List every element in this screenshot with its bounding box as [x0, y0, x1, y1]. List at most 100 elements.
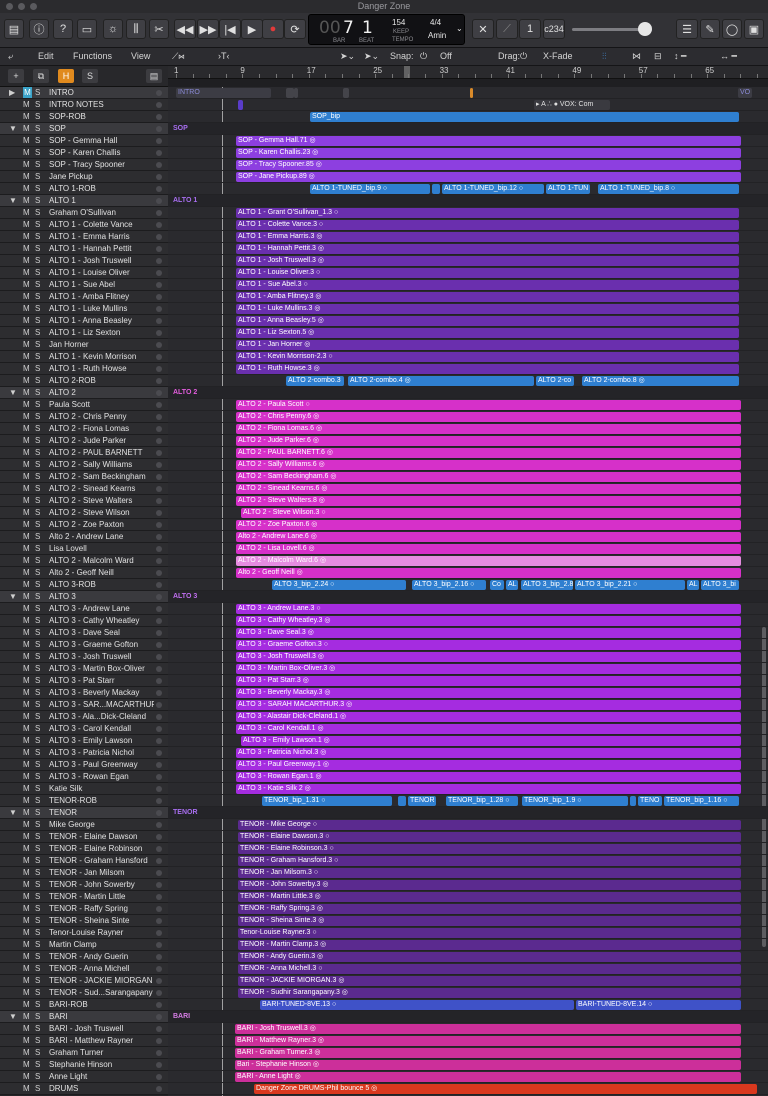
vertical-zoom-icon[interactable]: ↕ ━	[674, 51, 686, 62]
track-activity-led[interactable]	[156, 258, 162, 264]
track-activity-led[interactable]	[156, 810, 162, 816]
track-lane[interactable]: ALTO 2 - Sally Williams.6 ◎	[168, 459, 768, 471]
track-activity-led[interactable]	[156, 126, 162, 132]
track-activity-led[interactable]	[156, 846, 162, 852]
track-lane[interactable]: ALTO 3 - Dave Seal.3 ◎	[168, 627, 768, 639]
solo-button[interactable]: S	[35, 544, 40, 553]
mute-button[interactable]: M	[23, 472, 30, 481]
track-activity-led[interactable]	[156, 618, 162, 624]
view-menu[interactable]: View	[131, 51, 150, 61]
mute-button[interactable]: M	[23, 712, 30, 721]
mute-button[interactable]: M	[23, 700, 30, 709]
track-header[interactable]: M S ALTO 2 - Steve Walters	[0, 495, 168, 507]
track-header[interactable]: M S ALTO 2 - Steve Wilson	[0, 507, 168, 519]
solo-button[interactable]: S	[35, 856, 40, 865]
track-activity-led[interactable]	[156, 726, 162, 732]
solo-button[interactable]: S	[35, 436, 40, 445]
note-pad-icon[interactable]: ✎	[700, 19, 720, 39]
track-header[interactable]: M S Alto 2 - Andrew Lane	[0, 531, 168, 543]
audio-region[interactable]: ALTO 1 - Sue Abel.3 ○	[236, 280, 739, 290]
duplicate-track-icon[interactable]: ⧉	[33, 69, 49, 83]
play-button[interactable]: ▶	[241, 19, 263, 39]
mute-button[interactable]: M	[23, 448, 30, 457]
audio-region[interactable]: BARI - Josh Truswell.3 ◎	[235, 1024, 741, 1034]
track-lane[interactable]: ALTO 1 - Kevin Morrison-2.3 ○	[168, 351, 768, 363]
track-lane[interactable]: SOP - Tracy Spooner.85 ◎	[168, 159, 768, 171]
solo-button[interactable]: S	[35, 232, 40, 241]
mute-button[interactable]: M	[23, 100, 30, 109]
audio-region[interactable]: TENO	[638, 796, 662, 806]
audio-region[interactable]: ALTO 3_bip_2.16 ○	[412, 580, 486, 590]
audio-region[interactable]: ALTO 3 - Paul Greenway.1 ◎	[236, 760, 741, 770]
track-activity-led[interactable]	[156, 174, 162, 180]
track-activity-led[interactable]	[156, 678, 162, 684]
disclosure-triangle-icon[interactable]: ▼	[9, 592, 17, 601]
track-header[interactable]: M S SOP - Karen Challis	[0, 147, 168, 159]
track-activity-led[interactable]	[156, 822, 162, 828]
solo-button[interactable]: S	[35, 88, 40, 97]
mute-button[interactable]: M	[23, 568, 30, 577]
solo-button[interactable]: S	[35, 1012, 40, 1021]
track-activity-led[interactable]	[156, 114, 162, 120]
audio-region[interactable]: ALTO 1 - Kevin Morrison-2.3 ○	[236, 352, 739, 362]
track-lane[interactable]: TENOR - Sheina Sinte.3 ◎	[168, 915, 768, 927]
audio-region[interactable]	[398, 796, 406, 806]
help-icon[interactable]: ?	[53, 19, 73, 39]
solo-button[interactable]: S	[35, 640, 40, 649]
audio-region[interactable]: Bari - Stephanie Hinson ◎	[235, 1060, 741, 1070]
mute-button[interactable]: M	[23, 172, 30, 181]
track-activity-led[interactable]	[156, 366, 162, 372]
solo-button[interactable]: S	[35, 916, 40, 925]
mute-button[interactable]: M	[23, 496, 30, 505]
track-lane[interactable]: ALTO 2 - Sam Beckingham.6 ◎	[168, 471, 768, 483]
track-header[interactable]: M S ALTO 3 - Josh Truswell	[0, 651, 168, 663]
audio-region[interactable]: ALTO 3 - Cathy Wheatley.3 ◎	[236, 616, 741, 626]
track-header[interactable]: M S ALTO 2-ROB	[0, 375, 168, 387]
track-lane[interactable]: ALTO 1-TUNED_bip.9 ○ ALTO 1-TUNED_bip.12 …	[168, 183, 768, 195]
track-activity-led[interactable]	[156, 306, 162, 312]
audio-region[interactable]: TENOR - Jan Milsom.3 ○	[238, 868, 741, 878]
solo-button[interactable]: S	[35, 112, 40, 121]
track-activity-led[interactable]	[156, 978, 162, 984]
track-lane[interactable]: INTRO VO	[168, 87, 768, 99]
snap-power-icon[interactable]: ⏻	[420, 51, 427, 62]
mute-button[interactable]: M	[23, 424, 30, 433]
solo-button[interactable]: S	[35, 748, 40, 757]
mute-button[interactable]: M	[23, 280, 30, 289]
audio-region[interactable]: ALTO 2-combo.8 ◎	[582, 376, 739, 386]
mute-button[interactable]: M	[23, 916, 30, 925]
track-activity-led[interactable]	[156, 834, 162, 840]
mute-button[interactable]: M	[23, 364, 30, 373]
mute-button[interactable]: M	[23, 952, 30, 961]
track-activity-led[interactable]	[156, 942, 162, 948]
track-activity-led[interactable]	[156, 150, 162, 156]
audio-region[interactable]: ALTO 3 - Graeme Gofton.3 ○	[236, 640, 741, 650]
track-header[interactable]: M S ALTO 2 - Malcolm Ward	[0, 555, 168, 567]
mute-button[interactable]: M	[23, 376, 30, 385]
track-header[interactable]: M S Mike George	[0, 819, 168, 831]
track-header[interactable]: M S TENOR - Elaine Robinson	[0, 843, 168, 855]
mute-button[interactable]: M	[23, 220, 30, 229]
solo-button[interactable]: S	[35, 1036, 40, 1045]
rewind-button[interactable]: ◀◀	[174, 19, 196, 39]
audio-region[interactable]: TENOR - Martin Little.3 ◎	[238, 892, 741, 902]
track-header[interactable]: M S ALTO 1 - Kevin Morrison	[0, 351, 168, 363]
audio-region[interactable]: ALTO 1 - Anna Beasley.5 ◎	[236, 316, 739, 326]
track-lane[interactable]: ALTO 3 - SARAH MACARTHUR.3 ◎	[168, 699, 768, 711]
audio-region[interactable]: TENOR - Graham Hansford.3 ○	[238, 856, 741, 866]
track-activity-led[interactable]	[156, 786, 162, 792]
audio-region[interactable]: Tenor-Louise Rayner.3 ○	[238, 928, 741, 938]
solo-button[interactable]: S	[35, 592, 40, 601]
track-activity-led[interactable]	[156, 966, 162, 972]
audio-region[interactable]: BARI - Graham Turner.3 ◎	[235, 1048, 741, 1058]
track-lane[interactable]: ALTO 2 - Sinead Kearns.6 ◎	[168, 483, 768, 495]
audio-region[interactable]: SOP - Tracy Spooner.85 ◎	[236, 160, 741, 170]
audio-region[interactable]: ALTO 2 - Sally Williams.6 ◎	[236, 460, 741, 470]
master-value[interactable]: c234	[543, 19, 565, 39]
track-lane[interactable]: ALTO 3 - Beverly Mackay.3 ◎	[168, 687, 768, 699]
track-lane[interactable]: ALTO 3 - Pat Starr.3 ◎	[168, 675, 768, 687]
track-header[interactable]: M S Lisa Lovell	[0, 543, 168, 555]
track-header[interactable]: M S Tenor-Louise Rayner	[0, 927, 168, 939]
mute-button[interactable]: M	[23, 400, 30, 409]
track-header[interactable]: M S ALTO 3 - Paul Greenway	[0, 759, 168, 771]
